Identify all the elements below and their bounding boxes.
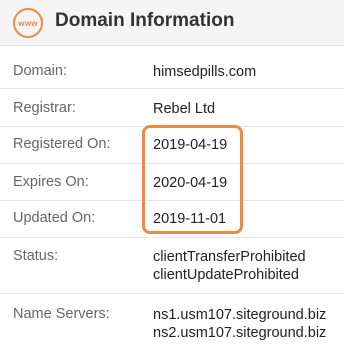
row-label: Registrar: [13,100,76,116]
row-label: Status: [13,248,59,264]
name-server-1: ns1.usm107.siteground.biz [153,307,327,323]
info-row-name-servers: Name Servers: ns1.usm107.siteground.biz … [0,294,344,350]
row-label: Expires On: [13,174,89,190]
row-label: Domain: [13,63,67,79]
www-icon-text: www [18,18,38,28]
panel-header: www Domain Information [0,0,344,46]
row-label: Updated On: [13,210,96,226]
www-icon: www [13,8,43,38]
info-row-status: Status: clientTransferProhibited clientU… [0,238,344,294]
panel-title: Domain Information [55,10,235,31]
row-label: Registered On: [13,136,111,152]
row-label: Name Servers: [13,306,110,322]
domain-value: himsedpills.com [153,64,257,80]
info-row-domain: Domain: himsedpills.com [0,47,344,89]
status-value-1: clientTransferProhibited [153,249,306,265]
dates-highlight-box [142,125,243,234]
status-value-2: clientUpdateProhibited [153,267,299,283]
registrar-value: Rebel Ltd [153,101,216,117]
info-row-registrar: Registrar: Rebel Ltd [0,89,344,127]
name-server-2: ns2.usm107.siteground.biz [153,325,327,341]
